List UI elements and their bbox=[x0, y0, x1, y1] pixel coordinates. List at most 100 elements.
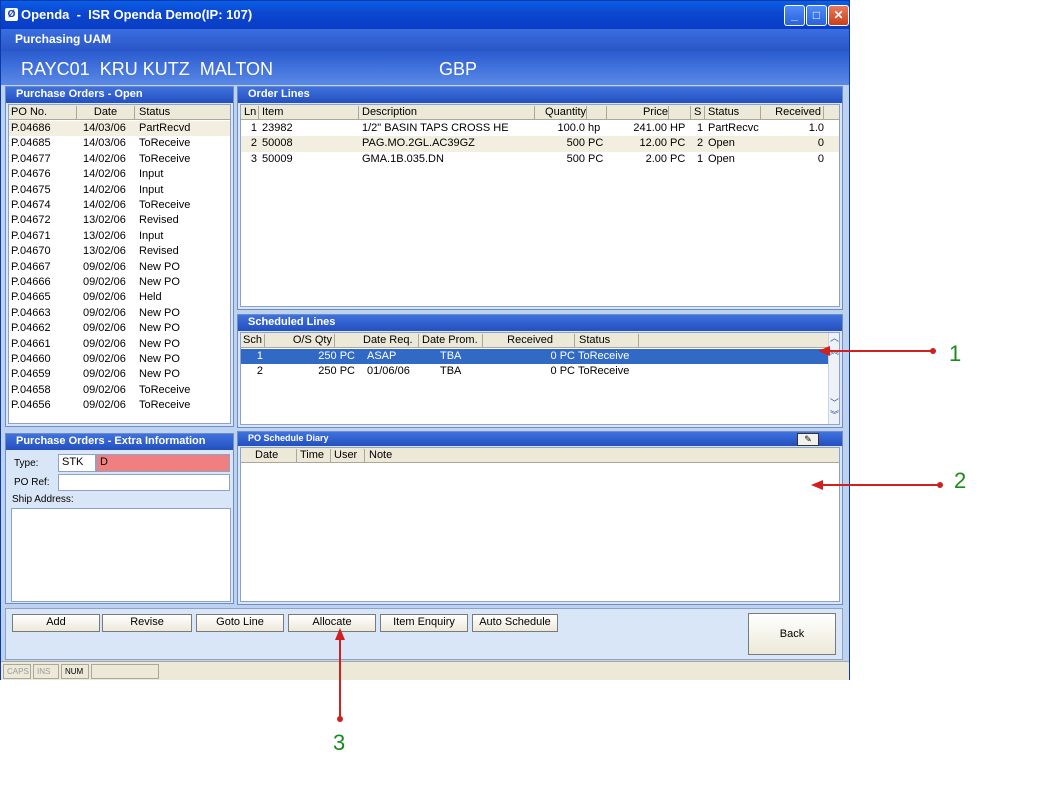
po-row[interactable]: P.04677 14/02/06 ToReceive bbox=[9, 152, 230, 167]
item-enquiry-button[interactable]: Item Enquiry bbox=[380, 614, 468, 632]
col-date-req[interactable]: Date Req. bbox=[359, 334, 419, 347]
po-status: PartRecvd bbox=[139, 122, 191, 134]
annotation-number: 2 bbox=[954, 468, 967, 493]
po-row[interactable]: P.04662 09/02/06 New PO bbox=[9, 321, 230, 336]
po-row[interactable]: P.04663 09/02/06 New PO bbox=[9, 306, 230, 321]
allocate-button[interactable]: Allocate bbox=[288, 614, 376, 632]
extra-info-title: Purchase Orders - Extra Information bbox=[6, 434, 233, 450]
po-number: P.04686 bbox=[11, 122, 51, 134]
po-row[interactable]: P.04667 09/02/06 New PO bbox=[9, 260, 230, 275]
po-row[interactable]: P.04674 14/02/06 ToReceive bbox=[9, 198, 230, 213]
po-row[interactable]: P.04672 13/02/06 Revised bbox=[9, 213, 230, 228]
po-row[interactable]: P.04671 13/02/06 Input bbox=[9, 229, 230, 244]
back-button[interactable]: Back bbox=[748, 613, 836, 655]
goto-line-button[interactable]: Goto Line bbox=[196, 614, 284, 632]
po-grid-header: PO No. Date Status bbox=[9, 105, 230, 120]
title-bar[interactable]: Ø Openda - ISR Openda Demo(IP: 107) _ □ … bbox=[1, 1, 849, 29]
supplier-name: RAYC01 KRU KUTZ MALTON bbox=[21, 59, 274, 79]
po-row[interactable]: P.04659 09/02/06 New PO bbox=[9, 367, 230, 382]
col-po-no[interactable]: PO No. bbox=[9, 106, 77, 119]
caps-indicator: CAPS bbox=[3, 664, 31, 679]
col-ln[interactable]: Ln bbox=[241, 106, 259, 119]
col-qty-unit[interactable] bbox=[587, 106, 607, 119]
sch-number: 2 bbox=[256, 365, 263, 378]
col-price[interactable]: Price bbox=[607, 106, 669, 119]
customer-header: RAYC01 KRU KUTZ MALTON GBP bbox=[1, 51, 849, 85]
diary-add-note-button[interactable]: ✎ bbox=[797, 433, 819, 446]
add-button[interactable]: Add bbox=[12, 614, 100, 632]
po-date: 13/02/06 bbox=[83, 214, 126, 227]
col-date-prom[interactable]: Date Prom. bbox=[419, 334, 483, 347]
po-date: 09/02/06 bbox=[83, 291, 126, 304]
col-description[interactable]: Description bbox=[359, 106, 535, 119]
order-line-row[interactable]: 3 50009 GMA.1B.035.DN 500 PC 2.00 PC 1 Open 0 bbox=[241, 152, 839, 167]
revise-button[interactable]: Revise bbox=[102, 614, 192, 632]
col-price-unit[interactable] bbox=[669, 106, 691, 119]
col-sch-status[interactable]: Status bbox=[575, 334, 639, 347]
col-sch[interactable]: Sch bbox=[241, 334, 265, 347]
line-item: 50009 bbox=[262, 152, 293, 165]
scroll-down-icon[interactable]: ﹀ bbox=[829, 399, 839, 408]
col-diary-note[interactable]: Note bbox=[369, 449, 392, 461]
po-row[interactable]: P.04661 09/02/06 New PO bbox=[9, 337, 230, 352]
po-row[interactable]: P.04676 14/02/06 Input bbox=[9, 167, 230, 182]
col-quantity[interactable]: Quantity bbox=[535, 106, 587, 119]
annotation-dot bbox=[337, 716, 343, 722]
scheduled-line-row[interactable]: 2 250 PC 01/06/06 TBA 0 PC ToReceive bbox=[241, 364, 828, 379]
sch-received: 0 PC bbox=[550, 365, 575, 378]
line-number: 3 bbox=[250, 152, 257, 165]
line-price-unit: HP bbox=[670, 122, 686, 134]
po-status: New PO bbox=[139, 260, 180, 273]
sch-os-qty: 250 PC bbox=[318, 365, 355, 378]
po-date: 09/02/06 bbox=[83, 353, 126, 365]
po-row[interactable]: P.04660 09/02/06 New PO bbox=[9, 352, 230, 367]
line-s: 1 bbox=[697, 152, 704, 165]
po-date: 09/02/06 bbox=[83, 383, 126, 396]
line-s: 1 bbox=[697, 122, 704, 134]
po-row[interactable]: P.04685 14/03/06 ToReceive bbox=[9, 136, 230, 151]
type-label: Type: bbox=[14, 458, 39, 469]
po-row[interactable]: P.04675 14/02/06 Input bbox=[9, 183, 230, 198]
po-open-grid[interactable]: PO No. Date Status P.04686 14/03/06 PartRe… bbox=[8, 104, 231, 424]
po-row[interactable]: P.04658 09/02/06 ToReceive bbox=[9, 383, 230, 398]
col-sch-received[interactable]: Received bbox=[483, 334, 575, 347]
ship-address-field[interactable] bbox=[11, 508, 231, 602]
diary-grid[interactable]: Date Time User Note bbox=[240, 447, 840, 602]
type-code-field[interactable]: STK bbox=[58, 454, 96, 472]
scheduled-lines-grid[interactable]: Sch O/S Qty Date Req. Date Prom. Receive… bbox=[240, 332, 840, 425]
minimize-button[interactable]: _ bbox=[784, 5, 805, 26]
po-ref-field[interactable] bbox=[58, 474, 230, 491]
scroll-up-icon[interactable]: ︿ bbox=[829, 334, 839, 343]
po-date: 09/02/06 bbox=[83, 399, 126, 412]
order-lines-grid[interactable]: Ln Item Description Quantity Price S Sta… bbox=[240, 104, 840, 307]
col-diary-date[interactable]: Date bbox=[241, 449, 297, 462]
po-status: Input bbox=[139, 168, 164, 181]
col-status[interactable]: Status bbox=[139, 106, 170, 118]
line-qty-unit: hp bbox=[588, 122, 601, 134]
col-date[interactable]: Date bbox=[77, 106, 135, 119]
order-line-row[interactable]: 2 50008 PAG.MO.2GL.AC39GZ 500 PC 12.00 PC 2 Open… bbox=[241, 136, 839, 152]
scroll-down-page-icon[interactable]: ︾ bbox=[829, 411, 839, 420]
po-date: 14/03/06 bbox=[83, 137, 126, 150]
col-s[interactable]: S bbox=[691, 106, 705, 119]
col-received[interactable]: Received bbox=[761, 106, 824, 119]
col-line-status[interactable]: Status bbox=[705, 106, 761, 119]
col-item[interactable]: Item bbox=[259, 106, 359, 119]
po-status: Input bbox=[139, 229, 164, 242]
close-button[interactable]: ✕ bbox=[828, 5, 849, 26]
po-row[interactable]: P.04686 14/03/06 PartRecvd bbox=[9, 121, 230, 137]
auto-schedule-button[interactable]: Auto Schedule bbox=[472, 614, 558, 632]
po-row[interactable]: P.04666 09/02/06 New PO bbox=[9, 275, 230, 290]
type-flag-field[interactable]: D bbox=[96, 454, 230, 472]
po-row[interactable]: P.04656 09/02/06 ToReceive bbox=[9, 398, 230, 413]
scheduled-line-row-selected[interactable]: 1 250 PC ASAP TBA 0 PC ToReceive bbox=[241, 349, 828, 365]
annotation-number: 1 bbox=[949, 341, 962, 366]
order-line-row[interactable]: 1 23982 1/2" BASIN TAPS CROSS HE 100.0 hp 241… bbox=[241, 121, 839, 136]
col-os-qty[interactable]: O/S Qty bbox=[265, 334, 335, 347]
po-row[interactable]: P.04665 09/02/06 Held bbox=[9, 290, 230, 305]
maximize-button[interactable]: □ bbox=[806, 5, 827, 26]
col-diary-user[interactable]: User bbox=[331, 449, 365, 462]
col-diary-time[interactable]: Time bbox=[297, 449, 331, 462]
po-row[interactable]: P.04670 13/02/06 Revised bbox=[9, 244, 230, 259]
po-status: New PO bbox=[139, 306, 180, 319]
